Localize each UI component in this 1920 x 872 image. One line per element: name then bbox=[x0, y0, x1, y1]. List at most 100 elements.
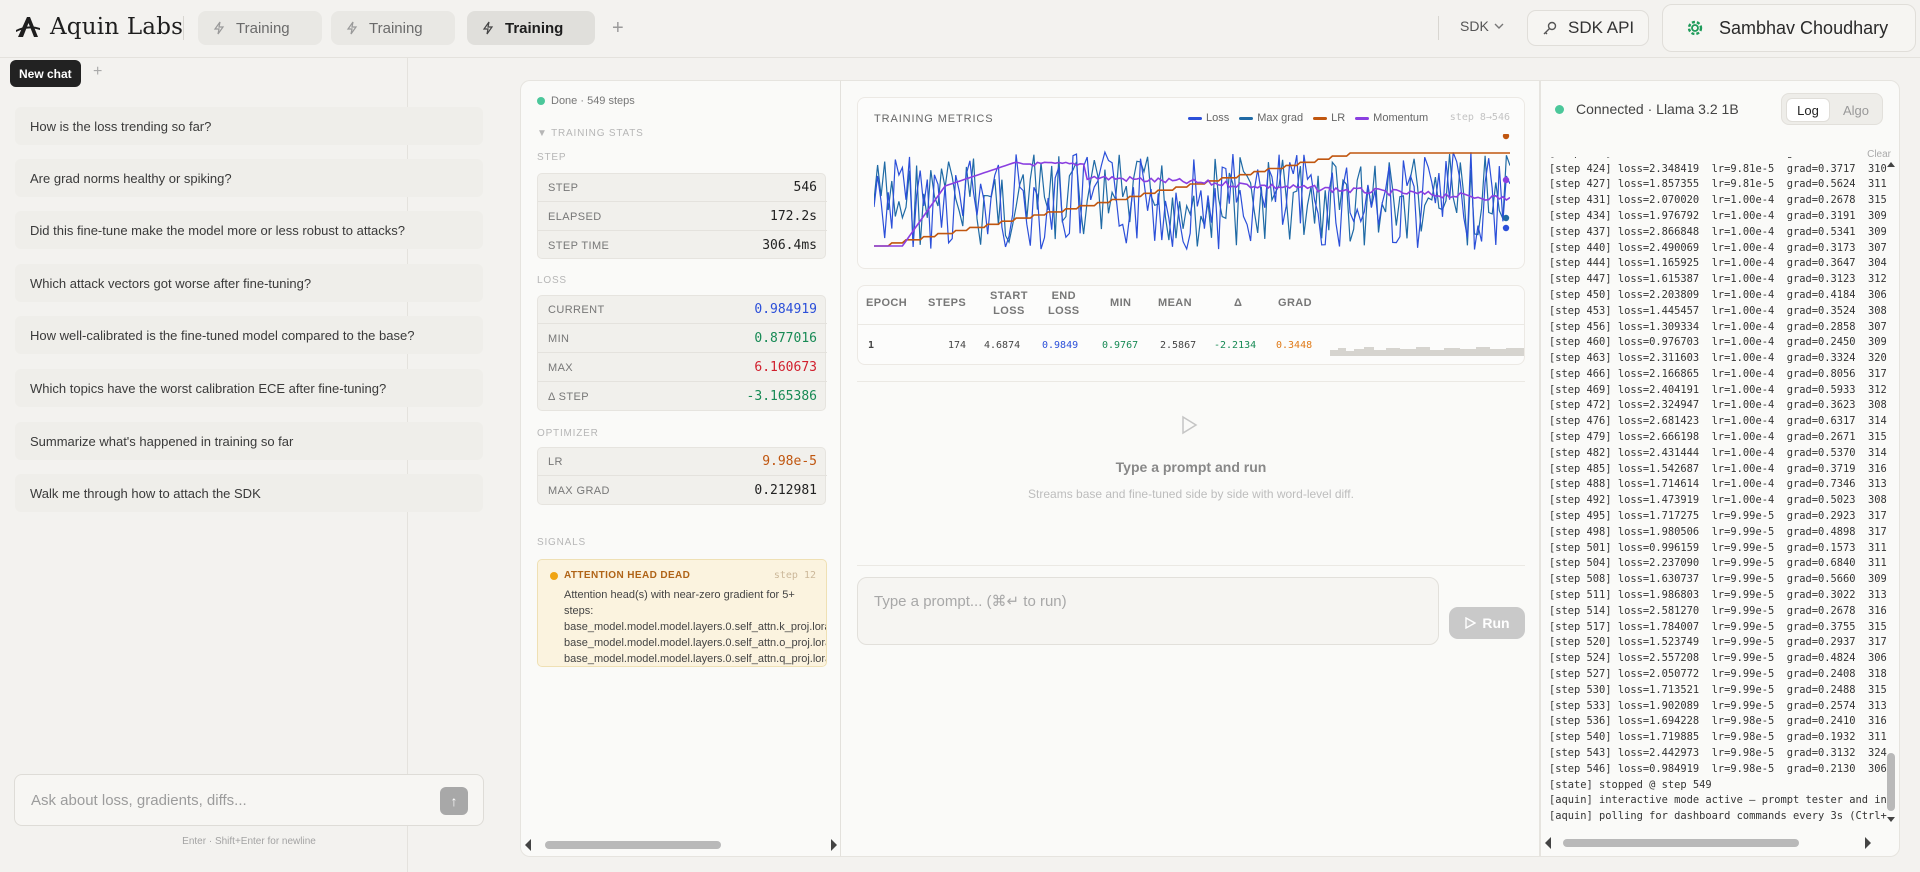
scroll-down-icon[interactable] bbox=[1887, 817, 1895, 822]
send-button[interactable]: ↑ bbox=[440, 787, 468, 815]
log-tabs: Log Algo bbox=[1781, 93, 1883, 125]
tab-training-2[interactable]: Training bbox=[331, 11, 455, 45]
log-line: [step 421] loss=2.429389 lr=9.81e-5 grad… bbox=[1549, 157, 1887, 162]
col-grad: GRAD bbox=[1278, 297, 1312, 309]
cell-delta: -2.2134 bbox=[1214, 340, 1257, 351]
prompt-input[interactable]: Type a prompt... (⌘↵ to run) bbox=[857, 577, 1439, 645]
log-line: [step 536] loss=1.694228 lr=9.98e-5 grad… bbox=[1549, 715, 1887, 728]
log-line: [step 488] loss=1.714614 lr=1.00e-4 grad… bbox=[1549, 478, 1887, 491]
scroll-left-icon[interactable] bbox=[525, 839, 531, 851]
log-line: [step 520] loss=1.523749 lr=9.99e-5 grad… bbox=[1549, 636, 1887, 649]
horizontal-scrollbar[interactable] bbox=[1541, 833, 1901, 853]
scroll-thumb[interactable] bbox=[1563, 839, 1799, 847]
empty-title: Type a prompt and run bbox=[1115, 459, 1267, 475]
training-stats-toggle[interactable]: ▼ TRAINING STATS bbox=[537, 128, 644, 139]
bolt-icon bbox=[482, 21, 494, 35]
legend-swatch bbox=[1355, 116, 1370, 120]
log-line: [step 447] loss=1.615387 lr=1.00e-4 grad… bbox=[1549, 273, 1887, 286]
scroll-thumb[interactable] bbox=[1887, 753, 1895, 811]
prompt-placeholder: Type a prompt... (⌘↵ to run) bbox=[874, 593, 1067, 610]
log-line: [step 444] loss=1.165925 lr=1.00e-4 grad… bbox=[1549, 257, 1887, 270]
lr-value: 9.98e-5 bbox=[762, 454, 817, 469]
signal-line: base_model.model.model.layers.0.self_att… bbox=[564, 637, 827, 649]
loss-card: CURRENT 0.984919 MIN 0.877016 MAX 6.160673 … bbox=[537, 295, 827, 411]
scroll-left-icon[interactable] bbox=[1545, 837, 1551, 849]
status-text: Done · 549 steps bbox=[551, 95, 635, 107]
sdk-api-label: SDK API bbox=[1568, 18, 1635, 37]
delta-row: Δ STEP -3.165386 bbox=[538, 383, 827, 411]
section-divider bbox=[857, 381, 1525, 382]
scroll-up-icon[interactable] bbox=[1887, 162, 1895, 167]
run-button[interactable]: Run bbox=[1449, 607, 1525, 639]
suggestion-item[interactable]: Which attack vectors got worse after fin… bbox=[15, 264, 483, 302]
momentum-end-point bbox=[1502, 176, 1510, 184]
step-value: 546 bbox=[793, 180, 817, 195]
tab-log[interactable]: Log bbox=[1786, 98, 1830, 122]
suggestion-item[interactable]: How well-calibrated is the fine-tuned mo… bbox=[15, 316, 483, 354]
scroll-right-icon[interactable] bbox=[831, 839, 837, 851]
tab-training-1[interactable]: Training bbox=[198, 11, 322, 45]
vertical-scrollbar[interactable] bbox=[1884, 159, 1898, 825]
log-line: [step 479] loss=2.666198 lr=1.00e-4 grad… bbox=[1549, 431, 1887, 444]
chart-legend: Loss Max grad LR Momentum bbox=[1188, 112, 1428, 124]
ask-input[interactable]: Ask about loss, gradients, diffs... ↑ bbox=[14, 774, 484, 826]
scroll-right-icon[interactable] bbox=[1865, 837, 1871, 849]
max-grad-row: MAX GRAD 0.212981 bbox=[538, 477, 827, 505]
user-menu[interactable]: Sambhav Choudhary bbox=[1662, 4, 1916, 52]
suggestion-item[interactable]: How is the loss trending so far? bbox=[15, 107, 483, 145]
legend-loss[interactable]: Loss bbox=[1188, 112, 1229, 124]
log-line: [step 511] loss=1.986803 lr=9.99e-5 grad… bbox=[1549, 589, 1887, 602]
add-tab-button[interactable]: + bbox=[612, 17, 624, 40]
suggestion-item[interactable]: Summarize what's happened in training so… bbox=[15, 422, 483, 460]
section-divider bbox=[857, 565, 1525, 566]
tab-label: Training bbox=[369, 19, 423, 37]
plus-icon[interactable]: + bbox=[93, 63, 102, 81]
sdk-select[interactable]: SDK bbox=[1460, 18, 1505, 34]
col-steps: STEPS bbox=[928, 297, 967, 309]
scroll-thumb[interactable] bbox=[545, 841, 721, 849]
suggestion-item[interactable]: Did this fine-tune make the model more o… bbox=[15, 211, 483, 249]
signal-line: steps: bbox=[564, 605, 594, 617]
max-grad-end-point bbox=[1502, 214, 1510, 222]
suggestion-item[interactable]: Walk me through how to attach the SDK bbox=[15, 474, 483, 512]
tab-training-3[interactable]: Training bbox=[467, 11, 595, 45]
key-icon bbox=[1543, 21, 1557, 35]
sdk-api-button[interactable]: SDK API bbox=[1527, 10, 1649, 46]
main-panel: TRAINING METRICS Loss Max grad LR Moment… bbox=[840, 80, 1540, 857]
col-end-loss: END LOSS bbox=[1048, 289, 1080, 319]
metrics-line-chart[interactable] bbox=[874, 134, 1510, 264]
horizontal-scrollbar[interactable] bbox=[521, 835, 841, 855]
bolt-icon bbox=[213, 21, 225, 35]
col-end-line2: LOSS bbox=[1048, 305, 1080, 317]
suggestion-item[interactable]: Are grad norms healthy or spiking? bbox=[15, 159, 483, 197]
legend-max-grad[interactable]: Max grad bbox=[1239, 112, 1303, 124]
loss-section-label: LOSS bbox=[537, 275, 567, 286]
brand-logo[interactable]: Aquin Labs bbox=[14, 13, 183, 41]
col-delta: Δ bbox=[1234, 297, 1243, 309]
step-time-value: 306.4ms bbox=[762, 238, 817, 253]
max-grad-value: 0.212981 bbox=[754, 483, 817, 498]
log-line: [step 504] loss=2.237090 lr=9.99e-5 grad… bbox=[1549, 557, 1887, 570]
signal-card[interactable]: ATTENTION HEAD DEAD step 12 Attention he… bbox=[537, 559, 827, 667]
chat-sidebar: New chat + How is the loss trending so f… bbox=[0, 58, 484, 872]
col-min: MIN bbox=[1110, 297, 1132, 309]
sdk-select-value: SDK bbox=[1460, 18, 1489, 34]
log-line: [aquin] interactive mode active — prompt… bbox=[1549, 794, 1887, 807]
log-line: [step 498] loss=1.980506 lr=9.99e-5 grad… bbox=[1549, 525, 1887, 538]
legend-momentum[interactable]: Momentum bbox=[1355, 112, 1428, 124]
cell-end-loss: 0.9849 bbox=[1042, 340, 1079, 351]
new-chat-button[interactable]: New chat bbox=[10, 60, 81, 87]
log-line: [step 440] loss=2.490069 lr=1.00e-4 grad… bbox=[1549, 241, 1887, 254]
suggestion-item[interactable]: Which topics have the worst calibration … bbox=[15, 369, 483, 407]
bolt-icon bbox=[346, 21, 358, 35]
tab-algo[interactable]: Algo bbox=[1834, 98, 1878, 122]
legend-lr[interactable]: LR bbox=[1313, 112, 1345, 124]
log-line: [aquin] polling for dashboard commands e… bbox=[1549, 810, 1887, 823]
log-line: [step 524] loss=2.557208 lr=9.99e-5 grad… bbox=[1549, 652, 1887, 665]
log-line: [step 495] loss=1.717275 lr=9.99e-5 grad… bbox=[1549, 510, 1887, 523]
log-line: [step 527] loss=2.050772 lr=9.99e-5 grad… bbox=[1549, 668, 1887, 681]
max-label: MAX bbox=[548, 362, 574, 374]
lr-row: LR 9.98e-5 bbox=[538, 448, 827, 476]
log-line: [step 540] loss=1.719885 lr=9.98e-5 grad… bbox=[1549, 731, 1887, 744]
log-panel: Connected · Llama 3.2 1B Log Algo Clear … bbox=[1540, 80, 1900, 857]
